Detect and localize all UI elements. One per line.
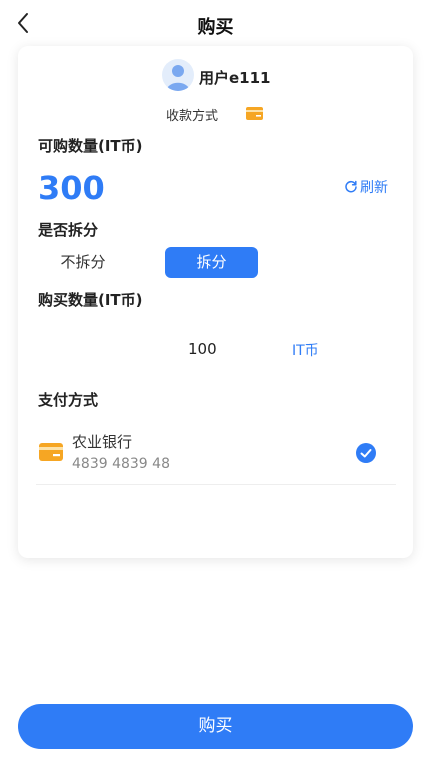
avatar-icon <box>162 59 194 91</box>
purchase-card: 用户e111 收款方式 可购数量(IT币) 300 刷新 是否拆分 不拆分 拆分… <box>18 46 413 558</box>
bank-card-icon <box>39 443 63 461</box>
bank-card-icon <box>246 107 263 120</box>
purchase-quantity-label: 购买数量(IT币) <box>38 291 143 309</box>
available-amount: 300 <box>38 169 105 207</box>
refresh-icon <box>345 180 357 193</box>
refresh-button[interactable]: 刷新 <box>344 177 388 197</box>
bank-card-number: 4839 4839 48 <box>72 456 170 472</box>
payment-method-item[interactable]: 农业银行 4839 4839 48 <box>36 426 396 485</box>
option-no-split[interactable]: 不拆分 <box>38 247 128 278</box>
split-label: 是否拆分 <box>38 221 99 239</box>
available-label: 可购数量(IT币) <box>38 137 143 155</box>
page-title: 购买 <box>197 17 234 38</box>
check-circle-icon <box>356 443 376 463</box>
quantity-unit: IT币 <box>292 343 319 359</box>
payment-label: 支付方式 <box>38 391 99 409</box>
option-split[interactable]: 拆分 <box>165 247 258 278</box>
quantity-input[interactable]: 100 <box>188 340 217 358</box>
refresh-label: 刷新 <box>360 180 388 196</box>
header: 购买 <box>0 0 431 52</box>
payment-method-link[interactable]: 收款方式 <box>166 105 218 124</box>
bank-name: 农业银行 <box>72 433 133 451</box>
buy-button[interactable]: 购买 <box>18 704 413 749</box>
seller-name: 用户e111 <box>199 69 271 87</box>
